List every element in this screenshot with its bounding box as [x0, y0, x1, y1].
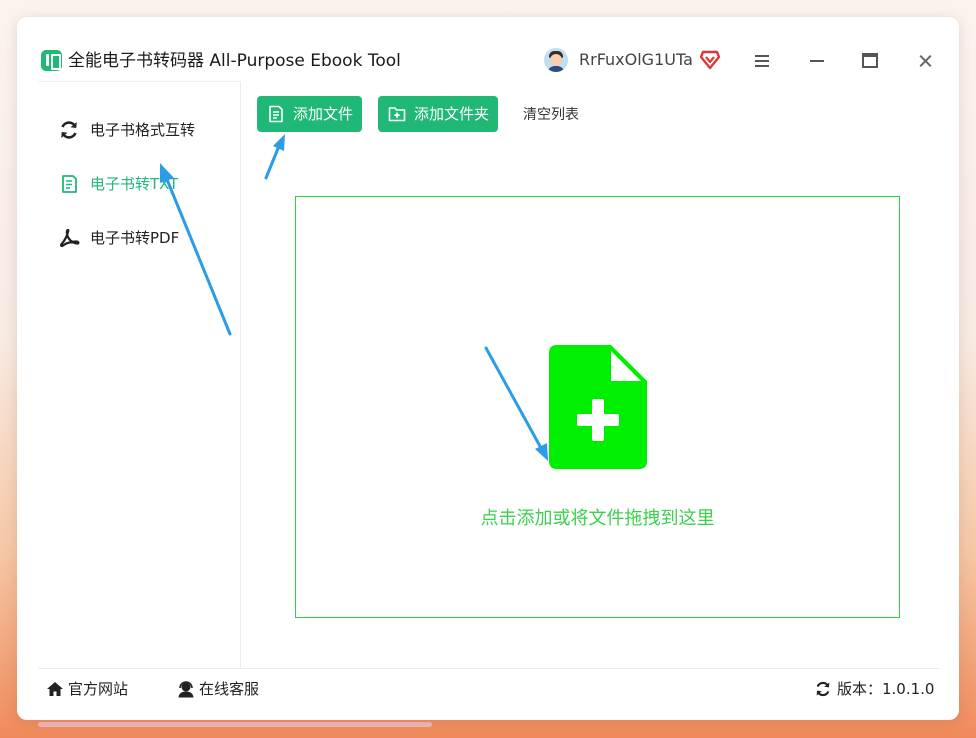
app-title: 全能电子书转码器 All-Purpose Ebook Tool — [68, 51, 401, 71]
footer: 官方网站 在线客服 版本： 1.0.1.0 — [38, 668, 939, 708]
user-avatar[interactable] — [544, 48, 568, 72]
sidebar-item-label: 电子书转PDF — [90, 229, 180, 247]
add-document-icon — [549, 345, 647, 469]
version-info[interactable]: 版本： 1.0.1.0 — [812, 677, 942, 701]
sidebar-item-to-txt[interactable]: 电子书转TXT — [38, 169, 238, 199]
minimize-button[interactable] — [802, 46, 832, 76]
add-folder-label: 添加文件夹 — [414, 105, 490, 123]
sidebar-item-label: 电子书格式互转 — [90, 121, 196, 139]
pdf-icon — [60, 228, 80, 248]
online-support-link[interactable]: 在线客服 — [177, 677, 277, 701]
sidebar-item-to-pdf[interactable]: 电子书转PDF — [38, 223, 238, 253]
main-panel: 添加文件 添加文件夹 清空列表 点击添加或将文件拖拽到这里 — [241, 81, 959, 668]
sidebar: 电子书格式互转 电子书转TXT 电子书转PDF — [38, 81, 241, 668]
sidebar-item-format-convert[interactable]: 电子书格式互转 — [38, 115, 238, 145]
online-support-label: 在线客服 — [199, 680, 260, 698]
username[interactable]: RrFuxOlG1UTa — [579, 50, 693, 70]
menu-button[interactable] — [747, 46, 777, 76]
app-logo-icon — [41, 50, 62, 71]
sidebar-item-label: 电子书转TXT — [90, 175, 179, 193]
add-file-button[interactable]: 添加文件 — [257, 96, 362, 132]
official-website-label: 官方网站 — [68, 680, 129, 698]
close-button[interactable] — [910, 46, 940, 76]
version-value: 1.0.1.0 — [882, 680, 935, 698]
official-website-link[interactable]: 官方网站 — [46, 677, 146, 701]
drop-hint-text: 点击添加或将文件拖拽到这里 — [480, 508, 715, 529]
file-drop-zone[interactable]: 点击添加或将文件拖拽到这里 — [295, 196, 900, 618]
update-icon — [816, 681, 830, 697]
document-icon — [62, 175, 77, 193]
refresh-icon — [61, 121, 77, 139]
home-icon — [47, 682, 63, 696]
maximize-button[interactable] — [855, 46, 885, 76]
app-window: 全能电子书转码器 All-Purpose Ebook Tool RrFuxOlG… — [17, 17, 959, 720]
add-file-icon — [269, 105, 283, 123]
add-file-label: 添加文件 — [293, 105, 354, 123]
version-label: 版本： — [837, 680, 883, 698]
title-bar: 全能电子书转码器 All-Purpose Ebook Tool RrFuxOlG… — [17, 17, 959, 81]
customer-service-icon — [178, 681, 194, 698]
add-folder-button[interactable]: 添加文件夹 — [378, 96, 498, 132]
background-accent-bar — [38, 722, 432, 727]
add-folder-icon — [388, 107, 406, 122]
vip-diamond-icon[interactable] — [700, 50, 720, 70]
clear-list-button[interactable]: 清空列表 — [523, 104, 579, 126]
